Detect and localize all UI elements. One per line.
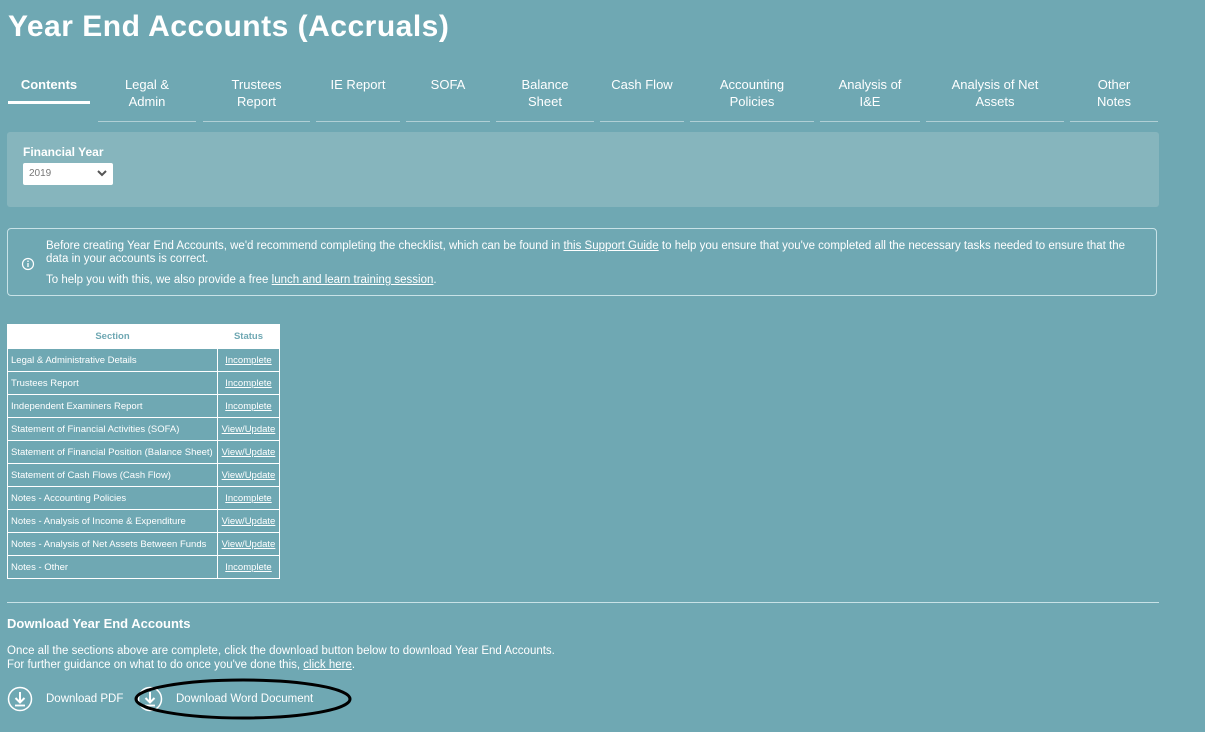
tab-label: IE Report: [330, 77, 386, 92]
page-title: Year End Accounts (Accruals): [8, 10, 450, 43]
guidance-link[interactable]: click here: [303, 659, 352, 671]
table-row: Statement of Financial Activities (SOFA)…: [7, 417, 280, 441]
financial-year-select[interactable]: 2019: [23, 163, 113, 185]
tab-analysis-ie[interactable]: Analysis of I&E: [820, 74, 920, 122]
sections-status-table: Section Status Legal & Administrative De…: [7, 324, 280, 579]
info-icon: [21, 257, 35, 271]
download-icon: [7, 686, 33, 712]
status-link[interactable]: View/Update: [217, 509, 280, 533]
status-link[interactable]: Incomplete: [217, 348, 280, 372]
status-link[interactable]: Incomplete: [217, 371, 280, 395]
tab-balance-sheet[interactable]: Balance Sheet: [496, 74, 594, 122]
tab-label: Legal & Admin: [124, 77, 170, 109]
financial-year-value: 2019: [29, 168, 52, 179]
section-name: Notes - Other: [7, 555, 218, 579]
lunch-and-learn-link[interactable]: lunch and learn training session: [272, 274, 434, 286]
tab-sofa[interactable]: SOFA: [406, 74, 490, 122]
section-name: Independent Examiners Report: [7, 394, 218, 418]
section-divider: [7, 602, 1159, 603]
section-name: Legal & Administrative Details: [7, 348, 218, 372]
section-name: Trustees Report: [7, 371, 218, 395]
tab-label: Analysis of Net Assets: [951, 77, 1039, 109]
tab-label: Other Notes: [1097, 77, 1131, 109]
section-name: Statement of Cash Flows (Cash Flow): [7, 463, 218, 487]
status-link[interactable]: Incomplete: [217, 555, 280, 579]
section-name: Statement of Financial Activities (SOFA): [7, 417, 218, 441]
table-row: Notes - Analysis of Income & Expenditure…: [7, 509, 280, 533]
table-row: Statement of Financial Position (Balance…: [7, 440, 280, 464]
status-link[interactable]: Incomplete: [217, 394, 280, 418]
table-row: Notes - Accounting Policies Incomplete: [7, 486, 280, 510]
financial-year-label: Financial Year: [23, 145, 104, 159]
checklist-info-text: Before creating Year End Accounts, we'd …: [46, 240, 1126, 265]
status-link[interactable]: View/Update: [217, 417, 280, 441]
tab-label: SOFA: [430, 77, 466, 92]
tab-label: Trustees Report: [231, 77, 282, 109]
section-name: Notes - Analysis of Income & Expenditure: [7, 509, 218, 533]
status-link[interactable]: View/Update: [217, 532, 280, 556]
section-name: Notes - Accounting Policies: [7, 486, 218, 510]
tab-label: Analysis of I&E: [838, 77, 902, 109]
support-guide-link[interactable]: this Support Guide: [563, 240, 658, 252]
financial-year-panel: Financial Year 2019: [7, 132, 1159, 207]
status-link[interactable]: View/Update: [217, 463, 280, 487]
download-instructions: Once all the sections above are complete…: [7, 645, 555, 657]
download-pdf-label: Download PDF: [46, 693, 124, 705]
tab-trustees-report[interactable]: Trustees Report: [203, 74, 310, 122]
download-pdf-button[interactable]: Download PDF: [7, 686, 127, 712]
tab-ie-report[interactable]: IE Report: [316, 74, 400, 122]
tab-analysis-net-assets[interactable]: Analysis of Net Assets: [926, 74, 1064, 122]
tab-other-notes[interactable]: Other Notes: [1070, 74, 1158, 122]
table-row: Notes - Analysis of Net Assets Between F…: [7, 532, 280, 556]
highlight-ellipse-annotation: [134, 678, 352, 720]
table-row: Statement of Cash Flows (Cash Flow) View/…: [7, 463, 280, 487]
table-row: Independent Examiners Report Incomplete: [7, 394, 280, 418]
section-column-header: Section: [7, 324, 218, 349]
tab-label: Balance Sheet: [521, 77, 569, 109]
table-row: Legal & Administrative Details Incomplete: [7, 348, 280, 372]
tab-accounting-policies[interactable]: Accounting Policies: [690, 74, 814, 122]
table-row: Trustees Report Incomplete: [7, 371, 280, 395]
status-column-header: Status: [217, 324, 280, 349]
tab-legal-admin[interactable]: Legal & Admin: [98, 74, 196, 122]
section-name: Notes - Analysis of Net Assets Between F…: [7, 532, 218, 556]
download-guidance: For further guidance on what to do once …: [7, 659, 356, 671]
tab-cash-flow[interactable]: Cash Flow: [600, 74, 684, 122]
section-name: Statement of Financial Position (Balance…: [7, 440, 218, 464]
table-row: Notes - Other Incomplete: [7, 555, 280, 579]
chevron-down-icon: [97, 170, 107, 177]
tab-contents[interactable]: Contents: [8, 74, 90, 104]
checklist-info-box: Before creating Year End Accounts, we'd …: [7, 228, 1157, 296]
tab-label: Accounting Policies: [719, 77, 785, 109]
tab-label: Cash Flow: [611, 77, 673, 92]
status-link[interactable]: Incomplete: [217, 486, 280, 510]
download-heading: Download Year End Accounts: [7, 616, 191, 631]
training-info-text: To help you with this, we also provide a…: [46, 274, 437, 286]
status-link[interactable]: View/Update: [217, 440, 280, 464]
